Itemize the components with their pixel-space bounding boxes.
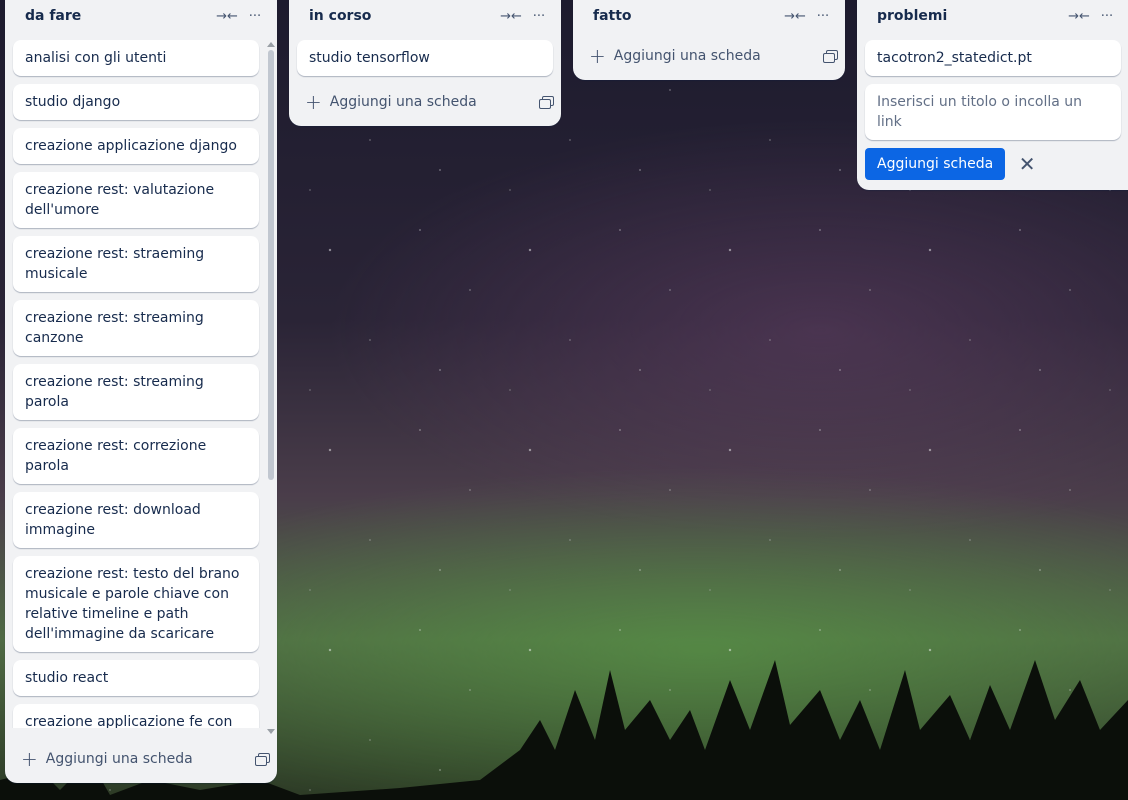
add-card-submit-button[interactable]: Aggiungi scheda bbox=[865, 148, 1006, 180]
plus-icon: + bbox=[21, 747, 38, 771]
scroll-up-arrow[interactable] bbox=[267, 42, 275, 47]
collapse-icon[interactable]: →← bbox=[781, 2, 809, 30]
scrollbar-thumb[interactable] bbox=[268, 50, 274, 480]
plus-icon: + bbox=[305, 90, 322, 114]
add-card-label: Aggiungi una scheda bbox=[613, 48, 761, 64]
list-card[interactable]: creazione rest: testo del brano musicale… bbox=[13, 556, 259, 652]
list-header: in corso →← ··· bbox=[289, 0, 561, 32]
more-icon[interactable]: ··· bbox=[1093, 2, 1121, 30]
list-title[interactable]: in corso bbox=[309, 8, 497, 24]
composer-actions: Aggiungi scheda ✕ bbox=[857, 140, 1128, 180]
list-card[interactable]: analisi con gli utenti bbox=[13, 40, 259, 76]
list-header: problemi →← ··· bbox=[857, 0, 1128, 32]
new-card-title-input[interactable]: Inserisci un titolo o incolla un link bbox=[865, 84, 1121, 140]
board: da fare →← ··· analisi con gli utenti st… bbox=[0, 0, 1128, 800]
list-title[interactable]: problemi bbox=[877, 8, 1065, 24]
card-list: analisi con gli utenti studio django cre… bbox=[5, 32, 277, 728]
list-card[interactable]: studio tensorflow bbox=[297, 40, 553, 76]
list-card[interactable]: creazione rest: streaming parola bbox=[13, 364, 259, 420]
list-card[interactable]: creazione applicazione fe con librerie s… bbox=[13, 704, 259, 728]
list-card[interactable]: tacotron2_statedict.pt bbox=[865, 40, 1121, 76]
card-list: tacotron2_statedict.pt bbox=[857, 32, 1128, 76]
list-card[interactable]: studio django bbox=[13, 84, 259, 120]
list-header: fatto →← ··· bbox=[573, 0, 845, 32]
list-problemi: problemi →← ··· tacotron2_statedict.pt I… bbox=[857, 0, 1128, 190]
list-card[interactable]: creazione rest: straeming musicale bbox=[13, 236, 259, 292]
list-card[interactable]: creazione applicazione django bbox=[13, 128, 259, 164]
collapse-icon[interactable]: →← bbox=[213, 2, 241, 30]
list-da-fare: da fare →← ··· analisi con gli utenti st… bbox=[5, 0, 277, 783]
list-title[interactable]: fatto bbox=[593, 8, 781, 24]
add-card-button[interactable]: + Aggiungi una scheda bbox=[289, 84, 561, 120]
scroll-down-arrow[interactable] bbox=[267, 729, 275, 734]
more-icon[interactable]: ··· bbox=[241, 2, 269, 30]
list-scrollbar[interactable] bbox=[265, 40, 277, 736]
card-list: studio tensorflow bbox=[289, 32, 561, 76]
template-icon[interactable] bbox=[539, 96, 554, 109]
more-icon[interactable]: ··· bbox=[525, 2, 553, 30]
add-card-button[interactable]: + Aggiungi una scheda bbox=[5, 741, 277, 777]
add-card-label: Aggiungi una scheda bbox=[45, 751, 193, 767]
plus-icon: + bbox=[589, 44, 606, 68]
add-card-label: Aggiungi una scheda bbox=[329, 94, 477, 110]
list-card[interactable]: creazione rest: download immagine bbox=[13, 492, 259, 548]
list-title[interactable]: da fare bbox=[25, 8, 213, 24]
list-fatto: fatto →← ··· + Aggiungi una scheda bbox=[573, 0, 845, 80]
collapse-icon[interactable]: →← bbox=[497, 2, 525, 30]
list-card[interactable]: studio react bbox=[13, 660, 259, 696]
more-icon[interactable]: ··· bbox=[809, 2, 837, 30]
list-card[interactable]: creazione rest: valutazione dell'umore bbox=[13, 172, 259, 228]
add-card-button[interactable]: + Aggiungi una scheda bbox=[573, 38, 845, 74]
list-in-corso: in corso →← ··· studio tensorflow + Aggi… bbox=[289, 0, 561, 126]
collapse-icon[interactable]: →← bbox=[1065, 2, 1093, 30]
close-icon[interactable]: ✕ bbox=[1011, 148, 1043, 180]
list-card[interactable]: creazione rest: streaming canzone bbox=[13, 300, 259, 356]
list-header: da fare →← ··· bbox=[5, 0, 277, 32]
template-icon[interactable] bbox=[823, 50, 838, 63]
list-card[interactable]: creazione rest: correzione parola bbox=[13, 428, 259, 484]
template-icon[interactable] bbox=[255, 753, 270, 766]
